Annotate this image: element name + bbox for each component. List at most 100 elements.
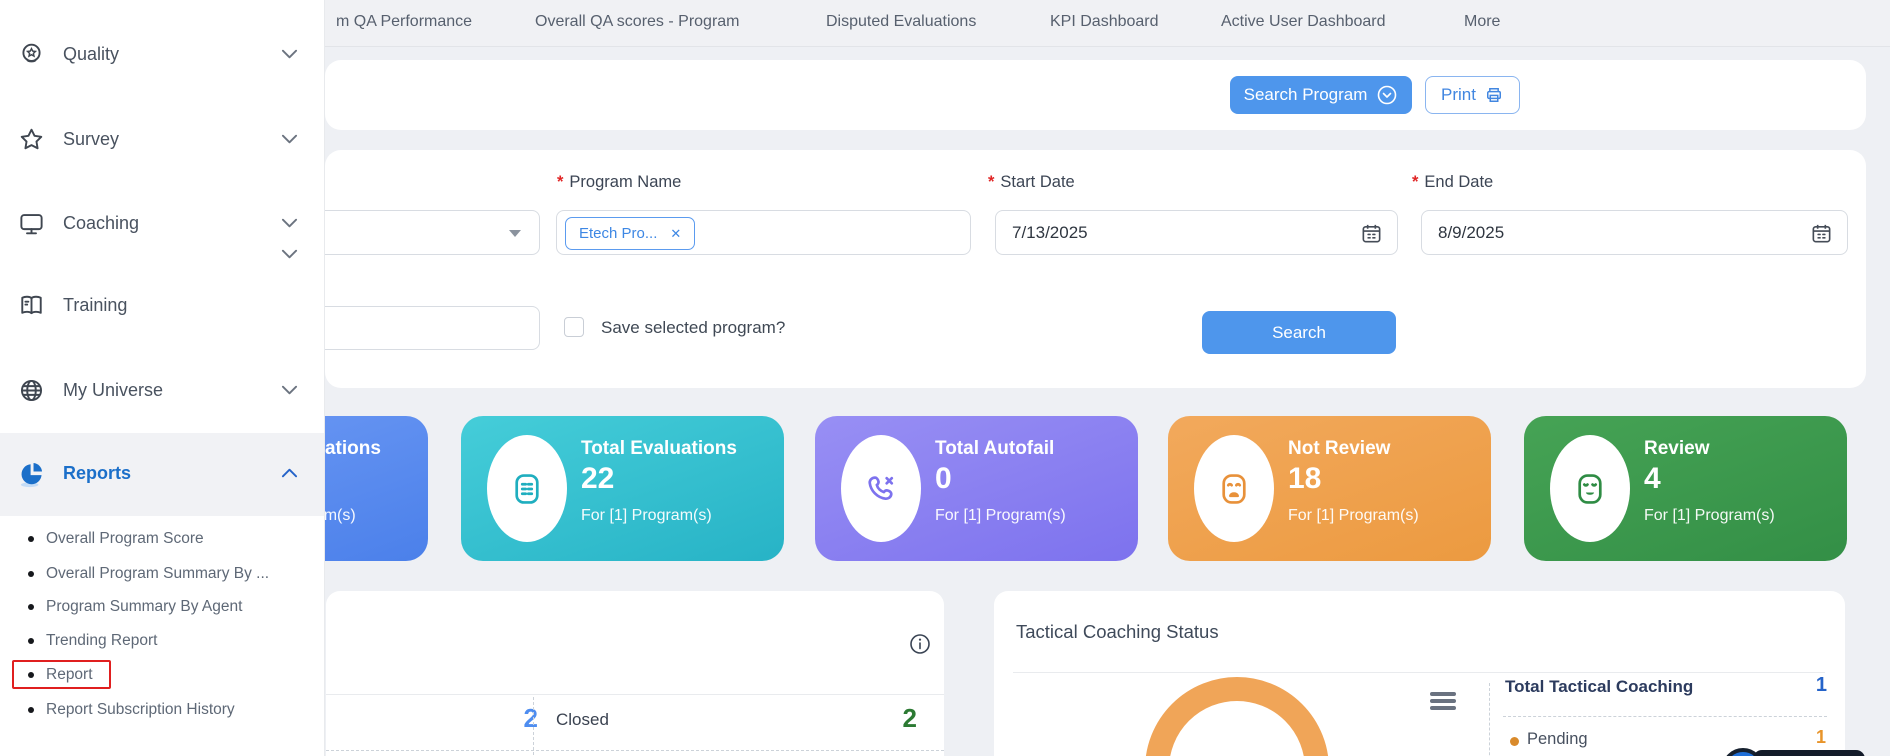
- start-date-field[interactable]: 7/13/2025: [995, 210, 1398, 255]
- status-summary-panel: 2 Closed 2: [326, 591, 944, 756]
- tactical-donut-chart: [1145, 677, 1329, 756]
- globe-icon: [18, 377, 45, 404]
- document-lines-icon: [508, 470, 546, 508]
- total-tactical-label: Total Tactical Coaching: [1505, 677, 1693, 697]
- program-name-field[interactable]: Etech Pro... ✕: [556, 210, 971, 255]
- stat-icon-circle: [1550, 435, 1630, 542]
- print-label: Print: [1441, 85, 1476, 105]
- star-icon: [18, 126, 45, 153]
- sidebar-item-label: Coaching: [63, 213, 139, 234]
- sidebar-item-label: Training: [63, 295, 127, 316]
- tab-disputed-evaluations[interactable]: Disputed Evaluations: [826, 13, 976, 31]
- save-program-label: Save selected program?: [601, 318, 785, 338]
- stat-title: Not Review: [1288, 438, 1390, 460]
- sidebar-item-label: Quality: [63, 44, 119, 65]
- calendar-icon[interactable]: [1360, 222, 1383, 245]
- dropdown-caret-icon: [509, 230, 521, 237]
- stat-value: 18: [1288, 462, 1321, 496]
- calendar-icon[interactable]: [1810, 222, 1833, 245]
- divider: [326, 694, 944, 695]
- app-root: m QA Performance Overall QA scores - Pro…: [0, 0, 1890, 756]
- stat-icon-circle: [487, 435, 567, 542]
- stat-card-total-evaluations: Total Evaluations 22 For [1] Program(s): [461, 416, 784, 561]
- closed-label: Closed: [556, 710, 609, 730]
- cursor-tooltip: [1753, 750, 1865, 756]
- stat-title: Review: [1644, 438, 1709, 460]
- pie-chart-icon: [18, 460, 46, 488]
- tab-active-user-dashboard[interactable]: Active User Dashboard: [1221, 13, 1386, 31]
- end-date-label: *End Date: [1412, 173, 1493, 192]
- sidebar-subitem-trending-report[interactable]: Trending Report: [46, 632, 157, 650]
- monitor-icon: [18, 210, 45, 237]
- required-asterisk: *: [557, 173, 563, 191]
- tag-remove-icon[interactable]: ✕: [670, 226, 681, 242]
- pending-label[interactable]: Pending: [1527, 730, 1588, 749]
- stat-subtitle: For [1] Program(s): [581, 507, 712, 525]
- chevron-down-circle-icon: [1376, 84, 1398, 106]
- tab-qa-performance[interactable]: m QA Performance: [336, 13, 472, 31]
- start-date-value: 7/13/2025: [1012, 223, 1088, 243]
- pending-legend-dot: [1510, 737, 1519, 746]
- dashed-divider: [533, 697, 534, 756]
- chevron-down-icon: [281, 217, 298, 229]
- printer-icon: [1484, 85, 1504, 105]
- stat-subtitle: For [1] Program(s): [1644, 507, 1775, 525]
- dashed-divider: [1489, 683, 1490, 756]
- search-program-button[interactable]: Search Program: [1230, 76, 1412, 114]
- total-tactical-value: 1: [1784, 674, 1827, 697]
- sidebar-item-label: Reports: [63, 463, 131, 484]
- sidebar-item-label: Survey: [63, 129, 119, 150]
- happy-face-icon: [1571, 470, 1609, 508]
- sidebar-item-survey[interactable]: Survey: [0, 125, 324, 181]
- start-date-label: *Start Date: [988, 173, 1075, 192]
- sidebar-item-training[interactable]: Training: [0, 291, 324, 347]
- tab-more[interactable]: More: [1464, 13, 1500, 31]
- sidebar-item-reports[interactable]: Reports: [0, 433, 324, 516]
- program-name-label: *Program Name: [557, 173, 681, 192]
- stat-icon-circle: [1194, 435, 1274, 542]
- stat-card-not-review: Not Review 18 For [1] Program(s): [1168, 416, 1491, 561]
- bullet-icon: [28, 638, 34, 644]
- chevron-down-icon: [281, 48, 298, 60]
- required-asterisk: *: [1412, 173, 1418, 191]
- info-icon[interactable]: [908, 632, 932, 656]
- sidebar-item-quality[interactable]: Quality: [0, 40, 324, 96]
- stat-value: 4: [1644, 462, 1661, 496]
- header-actions-card: Search Program Print: [325, 60, 1866, 130]
- bullet-icon: [28, 707, 34, 713]
- filter-dropdown[interactable]: [295, 210, 540, 255]
- stat-icon-circle: [841, 435, 921, 542]
- tab-kpi-dashboard[interactable]: KPI Dashboard: [1050, 13, 1159, 31]
- stat-card-total-autofail: Total Autofail 0 For [1] Program(s): [815, 416, 1138, 561]
- tab-overall-qa-scores-program[interactable]: Overall QA scores - Program: [535, 13, 740, 31]
- sidebar-item-label: My Universe: [63, 380, 163, 401]
- sidebar-subitem-overall-program-score[interactable]: Overall Program Score: [46, 530, 204, 548]
- sidebar-subitem-report-subscription-history[interactable]: Report Subscription History: [46, 701, 235, 719]
- status-count-closed: 2: [855, 703, 917, 734]
- sidebar-subitem-program-summary-by-agent[interactable]: Program Summary By Agent: [46, 598, 242, 616]
- sidebar: Quality Survey Coaching: [0, 0, 325, 756]
- top-tab-bar: m QA Performance Overall QA scores - Pro…: [325, 0, 1890, 47]
- save-program-checkbox[interactable]: [564, 317, 584, 337]
- search-button[interactable]: Search: [1202, 311, 1396, 354]
- sidebar-item-my-universe[interactable]: My Universe: [0, 376, 324, 432]
- sad-face-icon: [1215, 470, 1253, 508]
- end-date-field[interactable]: 8/9/2025: [1421, 210, 1848, 255]
- program-tag-label: Etech Pro...: [579, 225, 657, 242]
- status-count-open: 2: [476, 703, 538, 734]
- bullet-icon: [28, 604, 34, 610]
- program-tag[interactable]: Etech Pro... ✕: [565, 217, 695, 250]
- phone-x-icon: [862, 470, 900, 508]
- sidebar-subitem-overall-program-summary[interactable]: Overall Program Summary By ...: [46, 565, 269, 583]
- chevron-down-icon: [281, 133, 298, 145]
- filter-card: *Program Name *Start Date *End Date Etec…: [325, 150, 1866, 388]
- divider: [1013, 672, 1825, 673]
- bullet-icon: [28, 571, 34, 577]
- secondary-text-input[interactable]: [295, 306, 540, 350]
- stat-card-review: Review 4 For [1] Program(s): [1524, 416, 1847, 561]
- print-button[interactable]: Print: [1425, 76, 1520, 114]
- stat-title: Total Autofail: [935, 438, 1054, 460]
- bullet-icon: [28, 536, 34, 542]
- chart-menu-icon[interactable]: [1430, 692, 1456, 713]
- sidebar-item-coaching[interactable]: Coaching: [0, 209, 324, 265]
